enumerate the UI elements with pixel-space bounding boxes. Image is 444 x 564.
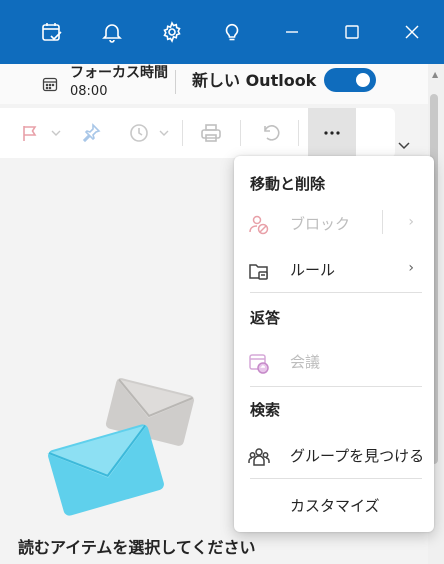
- menu-item-block[interactable]: ブロック ›: [234, 204, 434, 244]
- title-bar: [0, 0, 444, 64]
- menu-item-label: グループを見つける: [290, 447, 425, 465]
- more-options-button[interactable]: [308, 108, 356, 158]
- chevron-down-icon[interactable]: [48, 108, 64, 158]
- menu-section-header: 返答: [250, 309, 281, 327]
- new-outlook-toggle[interactable]: [324, 68, 376, 92]
- menu-section-header: 検索: [250, 401, 281, 419]
- more-icon: [324, 131, 340, 135]
- undo-icon[interactable]: [258, 108, 284, 158]
- menu-item-label: 会議: [290, 353, 321, 371]
- chevron-right-icon[interactable]: ›: [408, 214, 414, 230]
- toolbar-divider: [240, 120, 241, 146]
- toolbar-divider: [182, 120, 183, 146]
- menu-item-find-groups[interactable]: グループを見つける: [234, 436, 434, 476]
- calendar-icon: [42, 77, 58, 92]
- calendar-reply-icon: [249, 354, 269, 374]
- clock-icon[interactable]: [126, 108, 152, 158]
- empty-reading-pane-message: 読むアイテムを選択してください: [18, 538, 256, 557]
- chevron-right-icon[interactable]: ›: [408, 260, 414, 276]
- divider: [382, 210, 383, 234]
- maximize-icon[interactable]: [334, 14, 370, 50]
- focus-time-value: 08:00: [70, 84, 108, 99]
- close-icon[interactable]: [394, 14, 430, 50]
- divider: [175, 70, 176, 94]
- menu-item-label: カスタマイズ: [290, 497, 380, 515]
- menu-item-customize[interactable]: カスタマイズ: [234, 486, 434, 526]
- minimize-icon[interactable]: [274, 14, 310, 50]
- pin-icon[interactable]: [78, 108, 104, 158]
- menu-section-header: 移動と削除: [250, 175, 326, 193]
- print-icon[interactable]: [198, 108, 224, 158]
- menu-item-label: ルール: [290, 261, 336, 279]
- menu-divider: [250, 478, 422, 479]
- scroll-up-icon[interactable]: ▲: [432, 70, 438, 79]
- flag-icon[interactable]: [18, 108, 42, 158]
- menu-item-meeting[interactable]: 会議: [234, 342, 434, 382]
- envelope-illustration: [47, 424, 164, 516]
- chevron-down-icon[interactable]: [156, 108, 172, 158]
- toolbar-divider: [298, 120, 299, 146]
- collapse-ribbon-icon[interactable]: [397, 136, 411, 155]
- block-person-icon: [249, 215, 269, 235]
- new-outlook-label: 新しい Outlook: [192, 71, 317, 90]
- folder-rules-icon: [249, 264, 268, 280]
- more-options-menu: 移動と削除 ブロック › ルール › 返答 会議 検索 グループを見つける カス…: [234, 156, 434, 532]
- menu-divider: [250, 386, 422, 387]
- menu-item-label: ブロック: [290, 215, 351, 233]
- calendar-check-icon[interactable]: [34, 14, 70, 50]
- gear-icon[interactable]: [154, 14, 190, 50]
- bell-icon[interactable]: [94, 14, 130, 50]
- menu-divider: [250, 292, 422, 293]
- menu-item-rules[interactable]: ルール ›: [234, 250, 434, 290]
- people-group-icon: [248, 448, 270, 466]
- toggle-knob: [356, 73, 370, 87]
- focus-time-title[interactable]: フォーカス時間: [70, 64, 168, 82]
- lightbulb-icon[interactable]: [214, 14, 250, 50]
